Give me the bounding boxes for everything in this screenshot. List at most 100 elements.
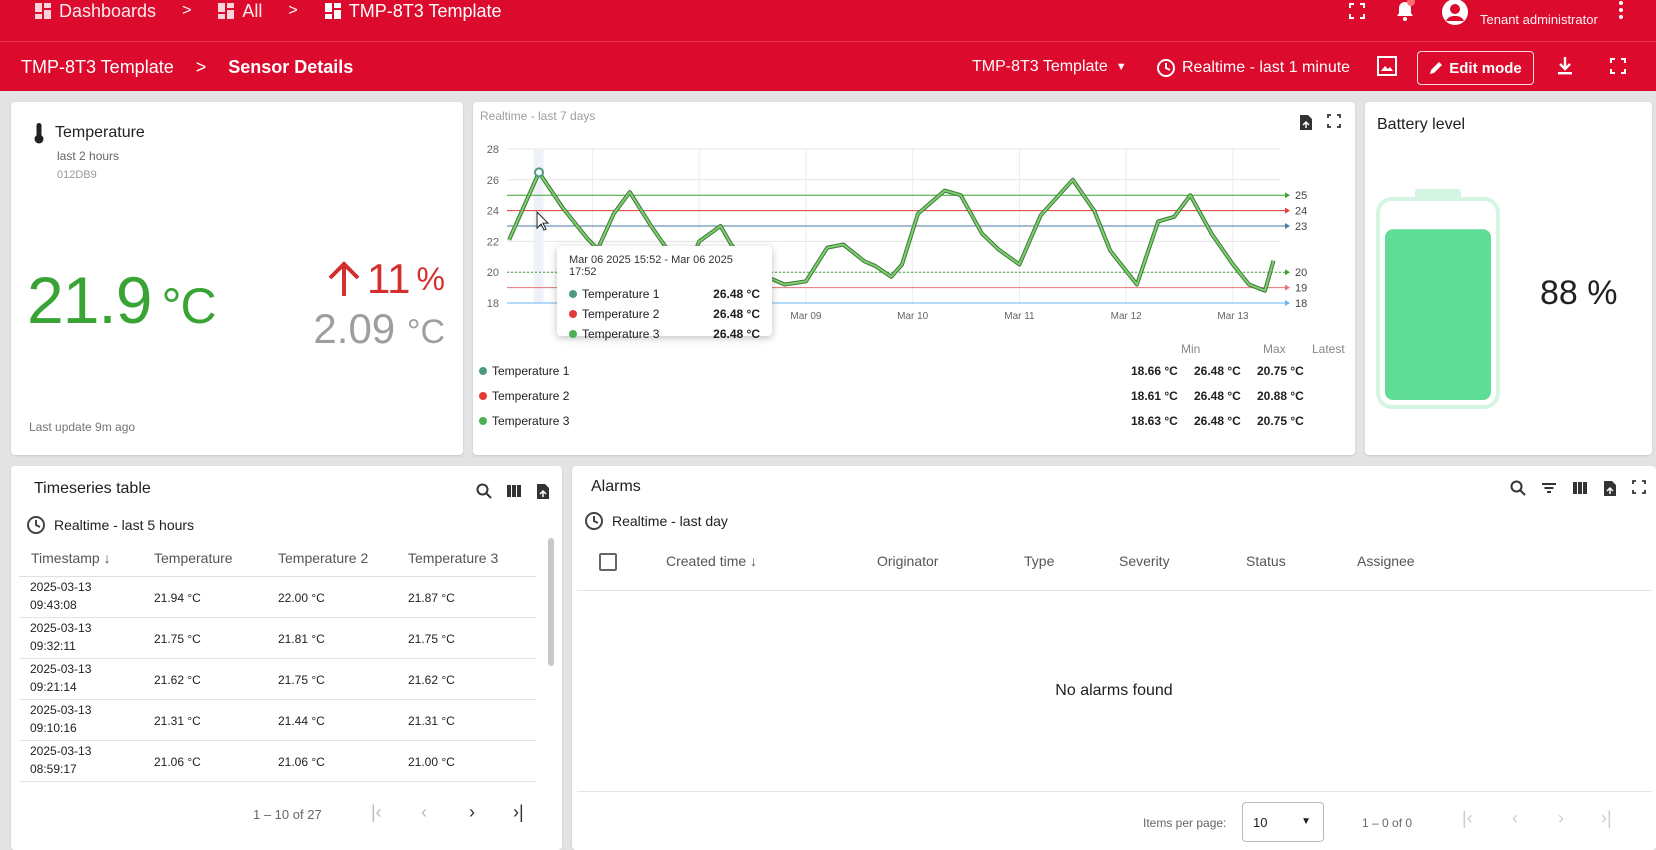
- crumb-label: TMP-8T3 Template: [348, 0, 502, 21]
- arrow-drop-down-icon: ▼: [1301, 816, 1311, 827]
- table-row[interactable]: 2025-03-13 09:32:11 21.75 °C 21.81 °C 21.75 …: [19, 618, 536, 659]
- image-export-icon[interactable]: [1376, 55, 1398, 77]
- cell-time: 09:10:16: [30, 721, 77, 735]
- chevron-right-icon: >: [182, 2, 192, 19]
- scrollbar[interactable]: [548, 538, 554, 666]
- footer-divider: [577, 791, 1652, 792]
- cell-date: 2025-03-13: [30, 703, 92, 717]
- fullscreen-icon[interactable]: [1348, 2, 1366, 20]
- clock-icon: [585, 512, 603, 530]
- column-header-temperature[interactable]: Temperature: [154, 550, 233, 566]
- column-header-severity[interactable]: Severity: [1119, 553, 1170, 569]
- table-row[interactable]: 2025-03-13 09:43:08 21.94 °C 22.00 °C 21.87 …: [19, 577, 536, 618]
- bell-icon[interactable]: [1395, 0, 1415, 22]
- fullscreen-icon[interactable]: [1610, 58, 1626, 74]
- crumb-dashboards[interactable]: Dashboards: [34, 1, 156, 22]
- column-header-temperature-3[interactable]: Temperature 3: [408, 550, 498, 566]
- timewindow-label: Realtime - last day: [612, 513, 728, 529]
- chevron-right-icon[interactable]: ›: [1558, 808, 1564, 829]
- legend-max: 26.48 °C: [1194, 389, 1241, 403]
- last-page-icon[interactable]: ›|: [513, 802, 524, 823]
- chevron-right-icon[interactable]: ›: [469, 802, 475, 823]
- tooltip-title: Mar 06 2025 15:52 - Mar 06 2025 17:52: [569, 254, 733, 278]
- crumb-all[interactable]: All: [217, 1, 262, 22]
- chevron-left-icon[interactable]: ‹: [1512, 808, 1518, 829]
- entity-select[interactable]: TMP-8T3 Template ▼: [972, 58, 1127, 76]
- state-root[interactable]: TMP-8T3 Template: [21, 57, 174, 78]
- fullscreen-icon[interactable]: [1632, 480, 1646, 494]
- x-tick-label: Mar 10: [897, 311, 929, 322]
- more-vert-icon[interactable]: [1617, 0, 1625, 20]
- search-icon[interactable]: [476, 483, 492, 499]
- column-header-assignee[interactable]: Assignee: [1357, 553, 1415, 569]
- tooltip-series: Temperature 3: [582, 327, 660, 341]
- x-tick-label: Mar 13: [1217, 311, 1249, 322]
- entity-select-value: TMP-8T3 Template: [972, 58, 1108, 75]
- legend-row[interactable]: Temperature 2 18.61 °C 26.48 °C 20.88 °C: [479, 386, 1349, 406]
- time-series-chart-widget: Realtime - last 7 days 18 20 22 24 26 28 Mar 0…: [473, 102, 1355, 455]
- column-header-status[interactable]: Status: [1246, 553, 1286, 569]
- timewindow-button[interactable]: Realtime - last 1 minute: [1156, 58, 1350, 78]
- column-header-timestamp[interactable]: Timestamp ↓: [31, 550, 111, 566]
- legend-latest: 20.88 °C: [1257, 389, 1304, 403]
- items-per-page-label: Items per page:: [1143, 816, 1227, 830]
- alarms-widget: Alarms Realtime - last day Created time …: [572, 466, 1656, 850]
- table-row[interactable]: 2025-03-13 08:59:17 21.06 °C 21.06 °C 21.00 …: [19, 741, 536, 782]
- first-page-icon[interactable]: |‹: [371, 802, 382, 823]
- chevron-right-icon: >: [288, 2, 298, 19]
- battery-icon: [1376, 189, 1500, 409]
- table-row[interactable]: 2025-03-13 09:21:14 21.62 °C 21.75 °C 21.62 …: [19, 659, 536, 700]
- empty-message: No alarms found: [1055, 682, 1173, 699]
- table-row[interactable]: 2025-03-13 09:10:16 21.31 °C 21.44 °C 21.31 …: [19, 700, 536, 741]
- dashboard-header: TMP-8T3 Template > Sensor Details TMP-8T…: [0, 41, 1656, 91]
- series-dot: [569, 310, 577, 318]
- columns-icon[interactable]: [506, 483, 522, 499]
- threshold-arrow: [1285, 192, 1290, 199]
- items-per-page-select[interactable]: 10 ▼: [1242, 802, 1324, 842]
- export-file-icon[interactable]: [1603, 480, 1617, 497]
- timeseries-table-widget: Timeseries table Realtime - last 5 hours…: [11, 466, 562, 850]
- table-actions: [476, 483, 550, 500]
- chevron-left-icon[interactable]: ‹: [421, 802, 427, 823]
- columns-icon[interactable]: [1572, 480, 1588, 496]
- legend-series: Temperature 1: [492, 364, 570, 378]
- hover-point: [534, 167, 545, 178]
- cell-time: 09:43:08: [30, 598, 77, 612]
- cell-date: 2025-03-13: [30, 744, 92, 758]
- last-update: Last update 9m ago: [29, 420, 136, 434]
- legend-max: 26.48 °C: [1194, 414, 1241, 428]
- export-file-icon[interactable]: [536, 483, 550, 500]
- cell-temperature-3: 21.75 °C: [408, 632, 455, 646]
- cell-temperature-3: 21.00 °C: [408, 755, 455, 769]
- arrow-down-icon: ↓: [750, 553, 758, 569]
- dashboard-icon: [218, 3, 235, 19]
- threshold-arrow: [1285, 207, 1290, 214]
- series-dot: [569, 290, 577, 298]
- x-tick-label: Mar 09: [790, 311, 822, 322]
- series-dot: [569, 330, 577, 338]
- crumb-label: Dashboards: [59, 0, 157, 21]
- battery-widget: Battery level 88 %: [1365, 102, 1652, 455]
- last-page-icon[interactable]: ›|: [1601, 808, 1612, 829]
- column-header-type[interactable]: Type: [1024, 553, 1054, 569]
- column-header-created-time[interactable]: Created time ↓: [666, 553, 757, 569]
- column-header-originator[interactable]: Originator: [877, 553, 938, 569]
- legend-min: 18.66 °C: [1131, 364, 1178, 378]
- threshold-label: 20: [1295, 267, 1307, 279]
- account-icon[interactable]: [1440, 0, 1470, 26]
- edit-mode-button[interactable]: Edit mode: [1417, 51, 1534, 85]
- clock-icon: [1157, 59, 1175, 77]
- breadcrumb: Dashboards > All > TMP-8T3 Template: [34, 0, 501, 22]
- search-icon[interactable]: [1510, 480, 1526, 496]
- threshold-label: 23: [1295, 221, 1307, 233]
- legend-row[interactable]: Temperature 1 18.66 °C 26.48 °C 20.75 °C: [479, 361, 1349, 381]
- chevron-right-icon: >: [195, 57, 207, 77]
- select-all-checkbox[interactable]: [599, 553, 617, 571]
- column-header-temperature-2[interactable]: Temperature 2: [278, 550, 368, 566]
- widget-title: Temperature: [55, 124, 145, 141]
- first-page-icon[interactable]: |‹: [1462, 808, 1473, 829]
- download-icon[interactable]: [1556, 56, 1574, 76]
- legend-row[interactable]: Temperature 3 18.63 °C 26.48 °C 20.75 °C: [479, 411, 1349, 431]
- cell-time: 09:32:11: [30, 639, 76, 653]
- filter-icon[interactable]: [1541, 480, 1557, 496]
